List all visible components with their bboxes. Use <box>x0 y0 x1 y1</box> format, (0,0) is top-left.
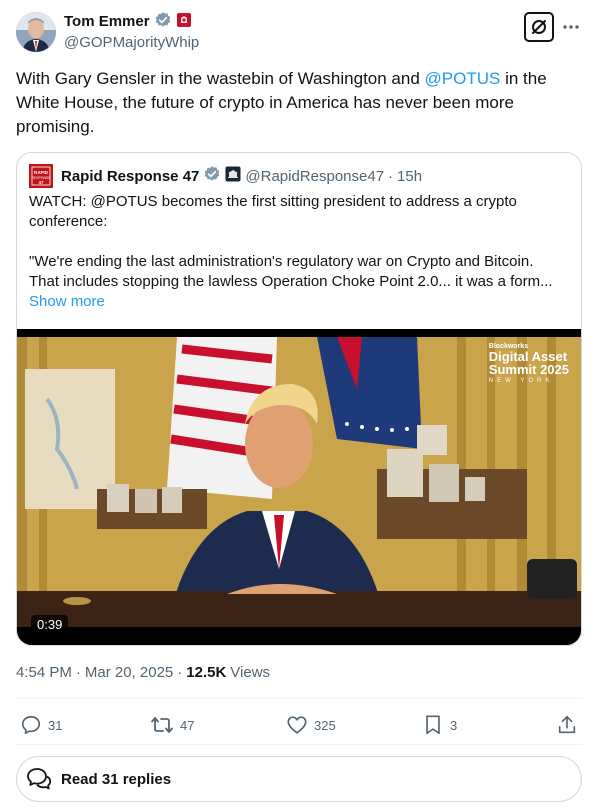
quoted-text-line: That includes stopping the lawless Opera… <box>29 273 553 290</box>
quoted-tweet-text: WATCH: @POTUS becomes the first sitting … <box>29 192 574 312</box>
repost-count: 47 <box>180 717 195 733</box>
like-button[interactable]: 325 <box>286 710 336 740</box>
quoted-text-line: conference: <box>29 213 108 230</box>
grok-icon <box>532 20 546 34</box>
heart-icon <box>287 716 307 734</box>
verified-badge-icon <box>154 11 172 34</box>
tweet-actions: 31 47 325 3 <box>16 710 582 740</box>
author-avatar[interactable] <box>16 12 56 52</box>
tweet-header: Tom Emmer @GOPMajorityWhip <box>16 11 582 54</box>
share-button[interactable] <box>556 710 578 740</box>
affiliation-badge-icon[interactable] <box>176 12 192 33</box>
video-duration: 0:39 <box>31 615 69 635</box>
avatar-logo-text: 47 <box>38 180 44 185</box>
separator-dot: · <box>388 167 394 185</box>
overlay-title-line: Summit 2025 <box>488 362 569 377</box>
tweet-date[interactable]: Mar 20, 2025 <box>85 664 173 681</box>
author-name[interactable]: Tom Emmer <box>64 12 150 32</box>
mention-link[interactable]: @POTUS <box>425 69 501 88</box>
event-overlay: Blockworks Digital Asset Summit 2025 NEW… <box>489 343 569 384</box>
chat-bubbles-icon <box>27 768 52 790</box>
tweet-meta: 4:54 PM · Mar 20, 2025 · 12.5K Views <box>16 664 270 681</box>
reply-icon <box>21 715 41 735</box>
quoted-time[interactable]: 15h <box>397 168 422 185</box>
show-more-link[interactable]: Show more <box>29 292 574 312</box>
author-info: Tom Emmer @GOPMajorityWhip <box>64 11 199 53</box>
divider <box>16 744 582 745</box>
divider <box>16 698 582 699</box>
tweet-text: With Gary Gensler in the wastebin of Was… <box>16 67 576 139</box>
quoted-text-line: WATCH: @POTUS becomes the first sitting … <box>29 193 517 210</box>
white-house-badge-icon[interactable] <box>225 166 241 187</box>
reply-count: 31 <box>48 717 63 733</box>
verified-badge-icon <box>203 165 221 188</box>
quoted-tweet[interactable]: RAPID RESPONSE 47 Rapid Response 47 @Rapid… <box>16 152 582 646</box>
read-replies-label: Read 31 replies <box>61 770 172 788</box>
read-replies-button[interactable]: Read 31 replies <box>16 756 582 802</box>
bookmark-button[interactable]: 3 <box>422 710 457 740</box>
more-dots-icon <box>563 25 579 29</box>
repost-button[interactable]: 47 <box>150 710 194 740</box>
quoted-author-handle[interactable]: @RapidResponse47 <box>245 168 384 185</box>
overlay-city: NEW YORK <box>488 378 554 384</box>
tweet-time[interactable]: 4:54 PM <box>16 664 72 681</box>
video-player[interactable]: Blockworks Digital Asset Summit 2025 NEW… <box>17 329 581 645</box>
author-handle[interactable]: @GOPMajorityWhip <box>64 33 199 53</box>
bookmark-count: 3 <box>450 717 458 733</box>
quoted-author-name[interactable]: Rapid Response 47 <box>61 168 199 185</box>
grok-button[interactable] <box>524 12 554 42</box>
more-options-button[interactable] <box>560 15 582 39</box>
separator-dot: · <box>177 664 183 681</box>
share-icon <box>558 715 576 734</box>
quoted-author-avatar[interactable]: RAPID RESPONSE 47 <box>29 164 53 188</box>
quoted-tweet-header: RAPID RESPONSE 47 Rapid Response 47 @Rapid… <box>29 164 422 188</box>
views-label: Views <box>230 664 271 681</box>
quoted-text-line: "We're ending the last administration's … <box>29 253 534 270</box>
like-count: 325 <box>314 717 336 733</box>
quoted-text-spacer <box>29 232 574 252</box>
bookmark-icon <box>426 715 440 735</box>
repost-icon <box>151 717 173 733</box>
views-count: 12.5K <box>186 664 227 681</box>
tweet-text-part: With Gary Gensler in the wastebin of Was… <box>16 69 425 88</box>
avatar-logo-text: RAPID <box>34 170 49 175</box>
reply-button[interactable]: 31 <box>20 710 62 740</box>
separator-dot: · <box>75 664 81 681</box>
